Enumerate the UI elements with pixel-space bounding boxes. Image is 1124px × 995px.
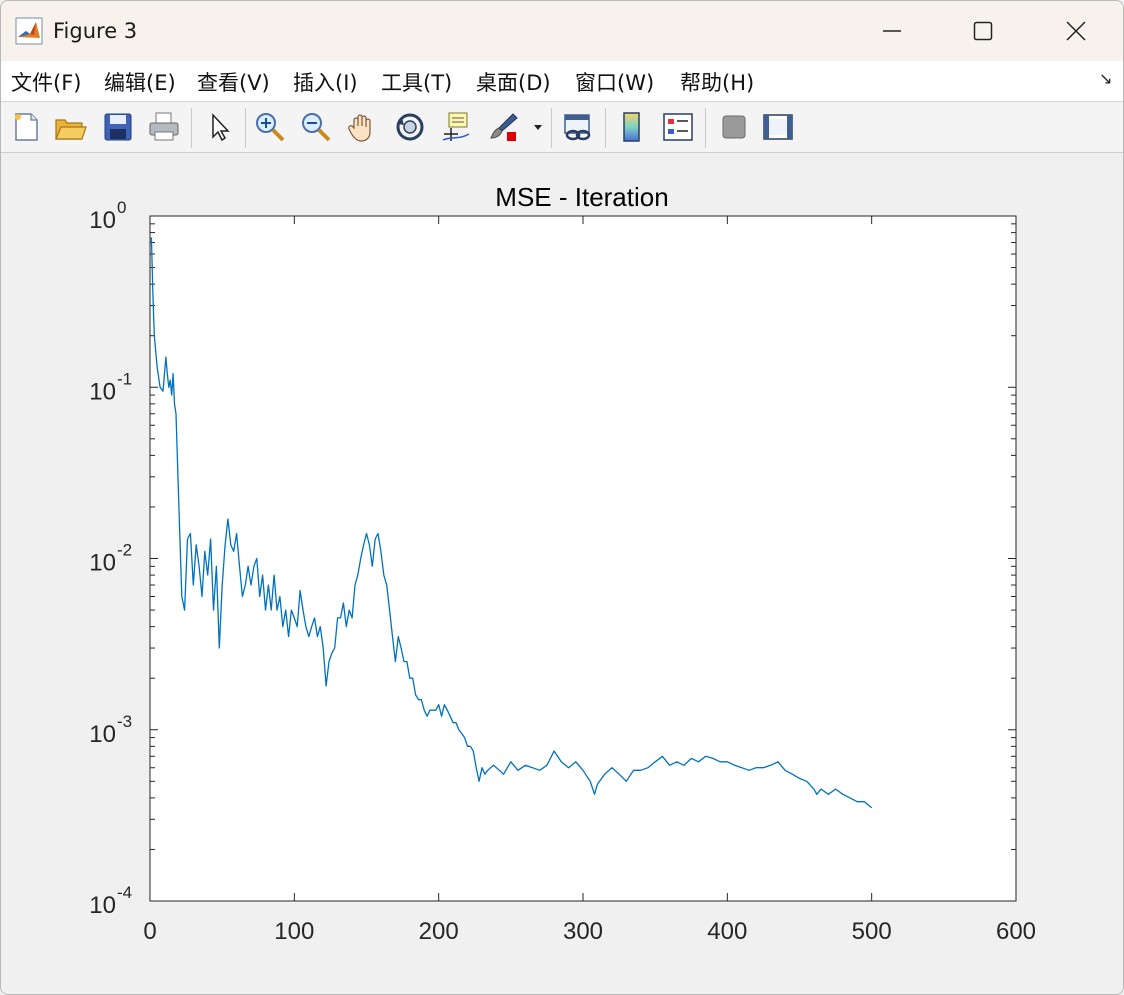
close-icon	[1066, 21, 1086, 41]
dock-arrow-icon[interactable]: ↘	[1099, 69, 1112, 88]
x-tick-labels: 0 100 200 300 400 500 600	[143, 918, 1036, 945]
chart-title: MSE - Iteration	[495, 182, 668, 212]
zoom-in-icon[interactable]	[253, 110, 287, 144]
minimize-icon	[883, 30, 901, 32]
menu-view[interactable]: 查看(V)	[197, 67, 270, 97]
menu-insert[interactable]: 插入(I)	[293, 67, 358, 97]
figure-toolbar	[1, 102, 1123, 153]
brush-icon[interactable]	[487, 110, 521, 144]
save-icon[interactable]	[101, 110, 135, 144]
menu-window[interactable]: 窗口(W)	[575, 67, 654, 97]
menu-file[interactable]: 文件(F)	[11, 67, 81, 97]
x-tick-label: 0	[143, 918, 156, 945]
toolbar-separator	[191, 108, 192, 148]
x-tick-label: 400	[707, 918, 747, 945]
y-tick-label: 10	[89, 721, 116, 748]
colorbar-icon[interactable]	[615, 110, 649, 144]
y-tick-labels: 10 -410 -310 -210 -110 0	[89, 198, 132, 919]
x-tick-label: 300	[563, 918, 603, 945]
y-tick-label: 10	[89, 892, 116, 919]
figure-window: Figure 3 文件(F) 编辑(E) 查看(V) 插入(I) 工具(T) 桌…	[0, 0, 1124, 995]
data-cursor-icon[interactable]	[439, 110, 473, 144]
new-figure-icon[interactable]	[9, 110, 43, 144]
y-tick-label: 10	[89, 550, 116, 577]
menu-tools[interactable]: 工具(T)	[381, 67, 452, 97]
x-tick-label: 500	[852, 918, 892, 945]
rotate-3d-icon[interactable]	[393, 110, 427, 144]
plot-area	[150, 216, 1016, 901]
toolbar-separator	[605, 108, 606, 148]
maximize-button[interactable]	[952, 9, 1014, 53]
matlab-logo-icon	[15, 17, 43, 45]
link-plot-icon[interactable]	[561, 110, 595, 144]
mse-chart[interactable]: 0 100 200 300 400 500 600 10 -410 -310 -210 -110 0 …	[1, 153, 1123, 995]
y-tick-exponent: -3	[117, 712, 132, 731]
minimize-button[interactable]	[861, 9, 923, 53]
toolbar-separator	[705, 108, 706, 148]
window-title: Figure 3	[53, 19, 138, 43]
y-tick-label: 10	[89, 378, 116, 405]
toolbar-separator	[551, 108, 552, 148]
figure-canvas: 0 100 200 300 400 500 600 10 -4 10 -3 10 -2 10 -1 10 0 …	[1, 153, 1123, 995]
title-bar[interactable]: Figure 3	[1, 1, 1123, 61]
x-tick-label: 600	[996, 918, 1036, 945]
y-tick-exponent: 0	[117, 198, 126, 217]
y-tick-exponent: -2	[117, 541, 132, 560]
zoom-out-icon[interactable]	[299, 110, 333, 144]
y-tick-label: 10	[89, 207, 116, 234]
pointer-icon[interactable]	[203, 110, 237, 144]
hide-plot-tools-icon[interactable]	[717, 110, 751, 144]
brush-dropdown-icon[interactable]	[531, 110, 545, 144]
print-icon[interactable]	[147, 110, 181, 144]
y-tick-exponent: -4	[117, 883, 132, 902]
close-button[interactable]	[1045, 9, 1107, 53]
menu-edit[interactable]: 编辑(E)	[104, 67, 176, 97]
x-tick-label: 100	[274, 918, 314, 945]
legend-icon[interactable]	[661, 110, 695, 144]
toolbar-separator	[245, 108, 246, 148]
open-file-icon[interactable]	[53, 110, 87, 144]
maximize-icon	[973, 21, 993, 41]
menu-help[interactable]: 帮助(H)	[680, 67, 754, 97]
show-plot-tools-icon[interactable]	[761, 110, 795, 144]
menu-desktop[interactable]: 桌面(D)	[476, 67, 551, 97]
menu-bar: 文件(F) 编辑(E) 查看(V) 插入(I) 工具(T) 桌面(D) 窗口(W…	[1, 61, 1123, 102]
pan-hand-icon[interactable]	[345, 110, 379, 144]
y-tick-exponent: -1	[117, 369, 132, 388]
x-tick-label: 200	[419, 918, 459, 945]
